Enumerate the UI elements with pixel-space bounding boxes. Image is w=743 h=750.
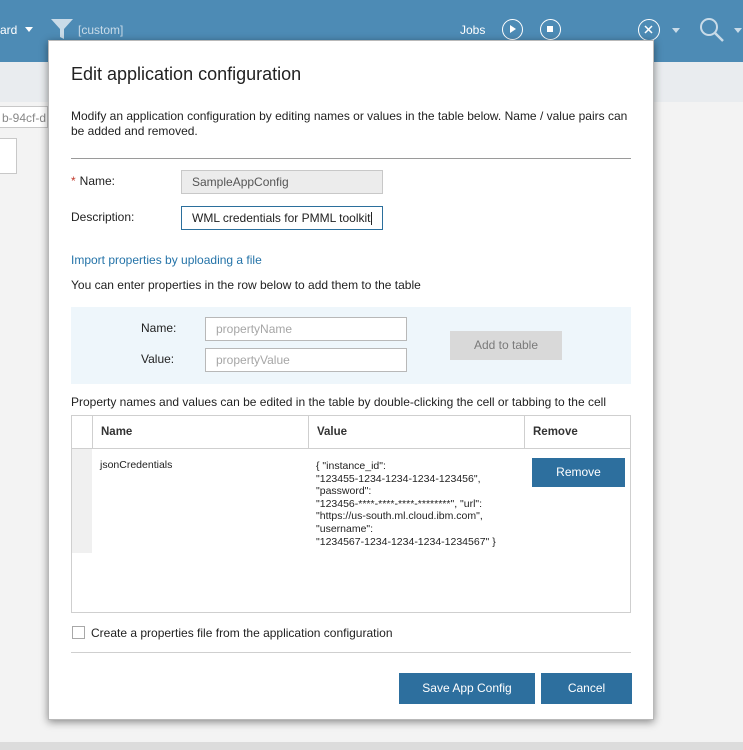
value-line: "123456-****-****-****-********", "url": [316, 497, 483, 510]
play-icon[interactable] [502, 19, 523, 40]
table-header: Name Value Remove [72, 416, 630, 449]
value-line: "https://us-south.ml.cloud.ibm.com", [316, 510, 483, 523]
table-edit-hint: Property names and values can be edited … [71, 395, 606, 409]
search-icon[interactable] [698, 16, 726, 44]
property-name-label: Name: [141, 321, 177, 335]
column-header-value[interactable]: Value [308, 416, 524, 448]
description-label: Description: [71, 210, 135, 224]
property-entry-panel: Name: Value: Add to table [71, 307, 631, 384]
side-tab[interactable] [0, 138, 17, 174]
save-app-config-button[interactable]: Save App Config [399, 673, 535, 704]
stop-icon[interactable] [540, 19, 561, 40]
filter-icon[interactable] [50, 17, 74, 41]
remove-row-button[interactable]: Remove [532, 458, 625, 487]
property-value-label: Value: [141, 352, 175, 366]
property-value-input[interactable] [205, 348, 407, 372]
column-header-name[interactable]: Name [92, 416, 308, 448]
close-circle-icon[interactable] [638, 19, 660, 41]
row-select-header [72, 416, 92, 448]
value-line: { "instance_id": [316, 460, 386, 472]
chevron-down-icon[interactable] [25, 27, 33, 32]
row-value-cell[interactable]: { "instance_id": "123455-1234-1234-1234-… [316, 460, 516, 548]
text-cursor [370, 212, 372, 226]
properties-table: Name Value Remove jsonCredentials { "ins… [71, 415, 631, 613]
table-row[interactable]: jsonCredentials { "instance_id": "123455… [72, 449, 630, 553]
dashboard-menu-label[interactable]: ard [0, 23, 17, 37]
dialog-title: Edit application configuration [71, 64, 302, 84]
description-value: WML credentials for PMML toolkit [192, 211, 371, 225]
name-label: Name: [79, 174, 116, 188]
required-marker: * [71, 174, 76, 188]
add-to-table-button[interactable]: Add to table [450, 331, 562, 360]
dialog-intro-text: Modify an application configuration by e… [71, 109, 628, 138]
property-name-input[interactable] [205, 317, 407, 341]
instance-id-field[interactable]: b-94cf-d [0, 106, 48, 128]
divider [71, 158, 631, 159]
cancel-button[interactable]: Cancel [541, 673, 632, 704]
value-line: "username": [316, 522, 374, 535]
config-name-field[interactable]: SampleAppConfig [181, 170, 383, 194]
jobs-label: Jobs [460, 23, 486, 37]
chevron-down-icon[interactable] [734, 28, 742, 33]
footer-divider [71, 652, 631, 653]
properties-file-checkbox[interactable] [72, 626, 85, 639]
column-header-remove: Remove [524, 416, 630, 448]
row-name-cell[interactable]: jsonCredentials [100, 459, 172, 472]
value-line: "password": [316, 485, 372, 498]
name-label-row: * Name: [71, 174, 115, 188]
chevron-down-icon[interactable] [672, 28, 680, 33]
description-field[interactable]: WML credentials for PMML toolkit [181, 206, 383, 230]
import-properties-link[interactable]: Import properties by uploading a file [71, 253, 262, 267]
add-properties-hint: You can enter properties in the row belo… [71, 278, 421, 292]
app-footer [0, 742, 743, 750]
edit-app-config-dialog: Edit application configuration Modify an… [48, 40, 654, 720]
row-gutter[interactable] [72, 449, 92, 553]
filter-label[interactable]: [custom] [78, 23, 123, 37]
properties-file-checkbox-label[interactable]: Create a properties file from the applic… [91, 626, 393, 640]
value-line: "1234567-1234-1234-1234-1234567" } [316, 535, 496, 548]
value-line: "123455-1234-1234-1234-123456", [316, 472, 481, 485]
